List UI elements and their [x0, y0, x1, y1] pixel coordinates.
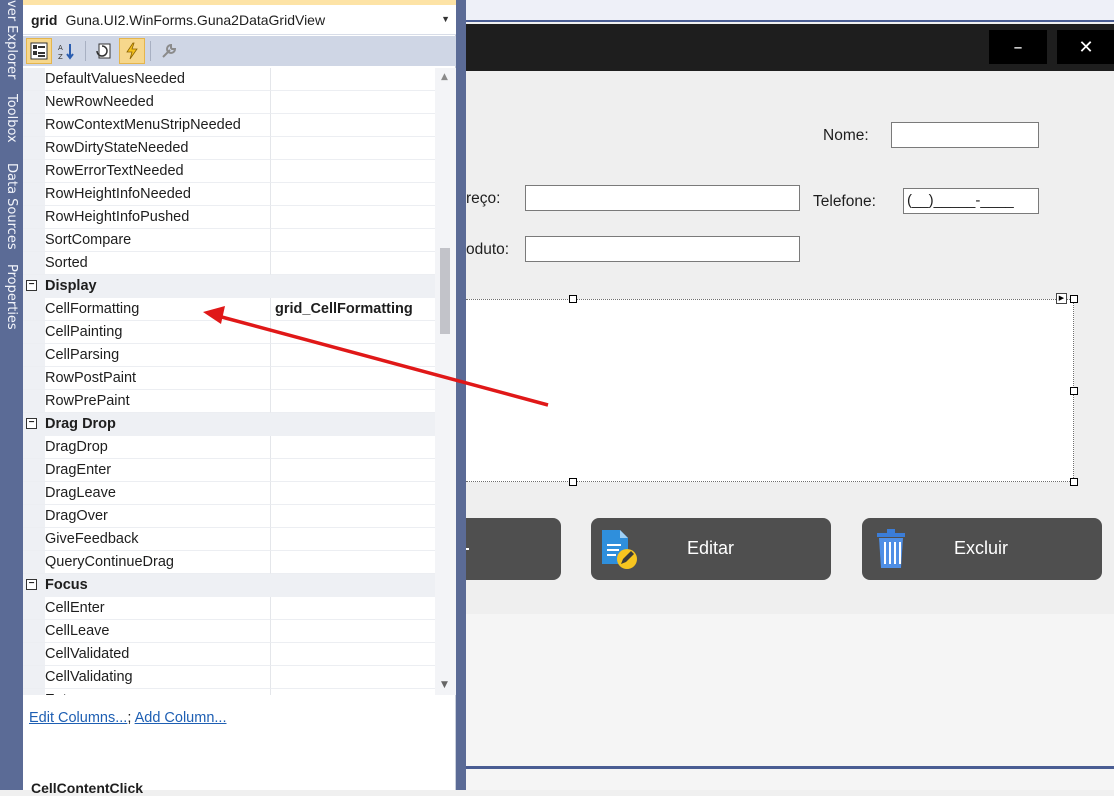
annotation-arrow — [203, 306, 549, 407]
